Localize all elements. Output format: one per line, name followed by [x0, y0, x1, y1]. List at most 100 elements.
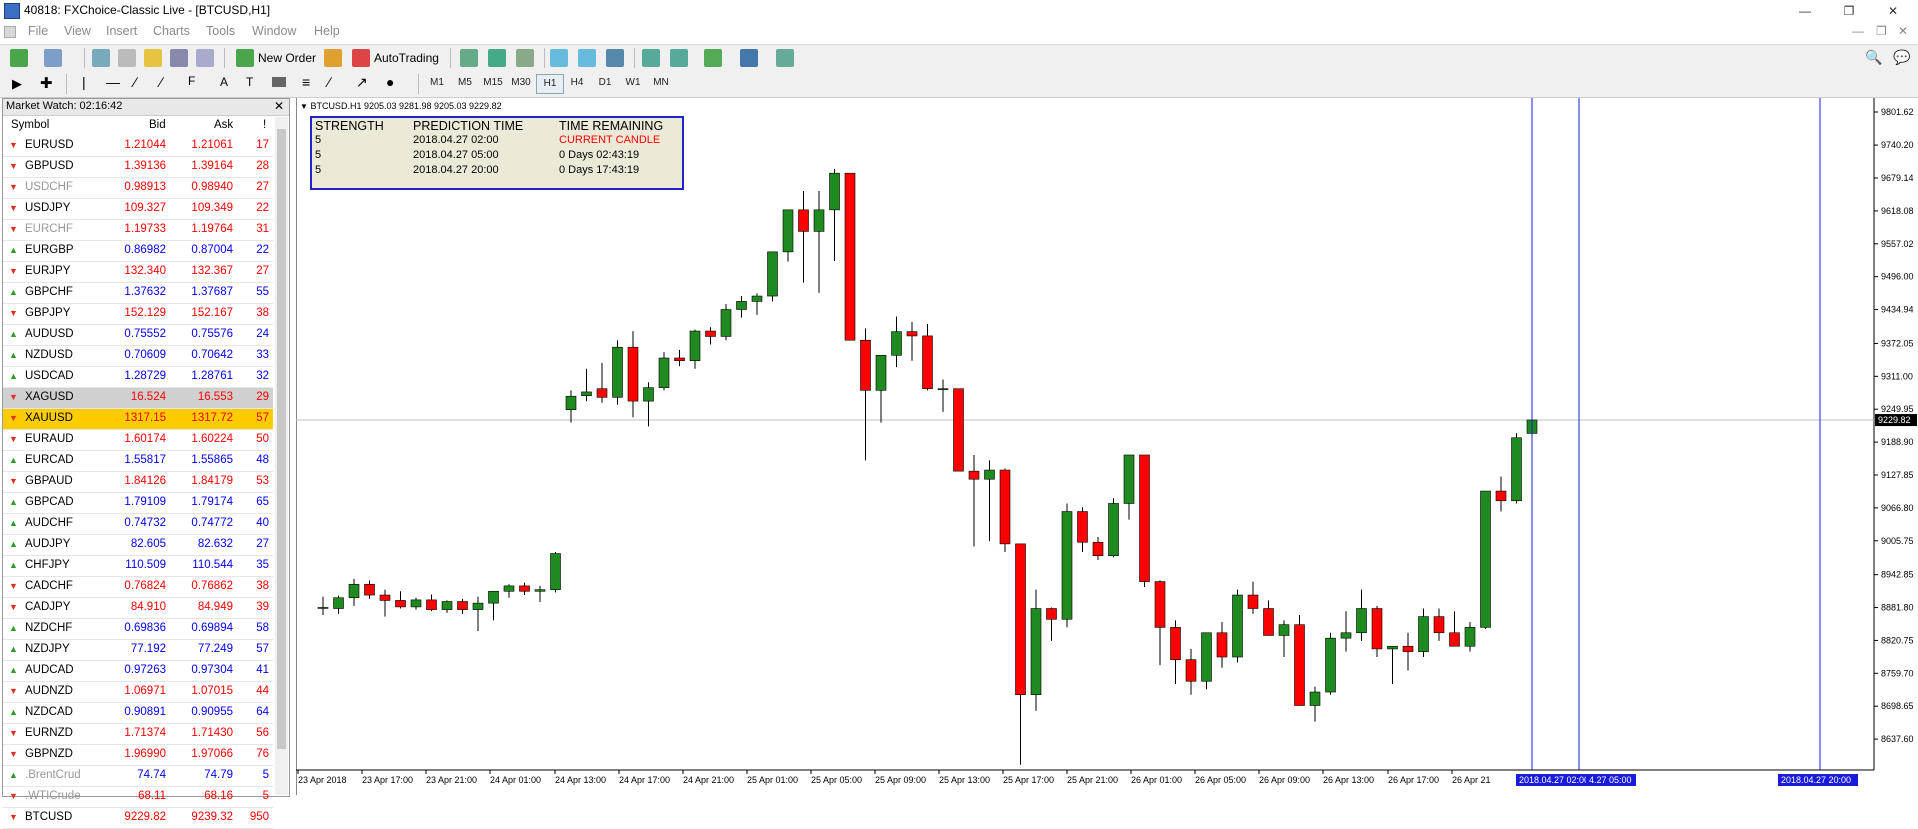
candlestick-chart[interactable]: 9801.62 9740.20 9679.14 9618.08 9557.02 9496.…: [296, 98, 1918, 795]
rectangle-icon[interactable]: [272, 77, 286, 87]
minimize-button[interactable]: —: [1790, 2, 1820, 20]
market-watch-row[interactable]: ▲ EURCAD 1.55817 1.55865 48: [3, 451, 273, 472]
market-watch-row[interactable]: ▼ EURJPY 132.340 132.367 27: [3, 262, 273, 283]
strategy-tester-icon[interactable]: [196, 49, 214, 67]
market-watch-row[interactable]: ▼ GBPNZD 1.96990 1.97066 76: [3, 745, 273, 766]
market-watch-row[interactable]: ▲ GBPCHF 1.37632 1.37687 55: [3, 283, 273, 304]
templates-icon[interactable]: [776, 49, 794, 67]
auto-scroll-icon[interactable]: [642, 49, 660, 67]
chat-icon[interactable]: 💬: [1893, 49, 1910, 66]
trendline-icon[interactable]: ∕: [134, 74, 136, 90]
column-symbol[interactable]: Symbol: [11, 119, 49, 131]
close-button[interactable]: ✕: [1878, 2, 1908, 20]
market-watch-row[interactable]: ▼ XAGUSD 16.524 16.553 29: [3, 388, 273, 409]
menu-view[interactable]: View: [64, 24, 91, 38]
market-watch-row[interactable]: ▼ XAUUSD 1317.15 1317.72 57: [3, 409, 273, 430]
market-watch-row[interactable]: ▲ EURGBP 0.86982 0.87004 22: [3, 241, 273, 262]
market-watch-row[interactable]: ▲ NZDCHF 0.69836 0.69894 58: [3, 619, 273, 640]
search-icon[interactable]: 🔍: [1865, 49, 1882, 66]
menu-help[interactable]: Help: [314, 24, 340, 38]
market-watch-row[interactable]: ▲ AUDUSD 0.75552 0.75576 24: [3, 325, 273, 346]
timeframe-d1[interactable]: D1: [592, 74, 618, 92]
market-watch-row[interactable]: ▲ AUDCAD 0.97263 0.97304 41: [3, 661, 273, 682]
column-ask[interactable]: Ask: [214, 119, 233, 131]
autotrading-button[interactable]: AutoTrading: [374, 51, 439, 65]
zoom-out-icon[interactable]: [578, 49, 596, 67]
data-window-icon[interactable]: [118, 49, 136, 67]
tile-windows-icon[interactable]: [606, 49, 624, 67]
arrows-icon[interactable]: ↗: [356, 74, 368, 91]
timeframe-m15[interactable]: M15: [480, 74, 506, 92]
close-icon[interactable]: ✕: [274, 99, 284, 113]
market-watch-row[interactable]: ▼ CADJPY 84.910 84.949 39: [3, 598, 273, 619]
market-watch-row[interactable]: ▼ EURNZD 1.71374 1.71430 56: [3, 724, 273, 745]
child-restore-button[interactable]: ❐: [1876, 24, 1887, 38]
market-watch-row[interactable]: ▲ .BrentCrud 74.74 74.79 5: [3, 766, 273, 787]
terminal-icon[interactable]: [170, 49, 188, 67]
cursor-icon[interactable]: ▶: [12, 76, 22, 92]
column-spread[interactable]: !: [263, 119, 266, 131]
market-watch-row[interactable]: ▲ NZDJPY 77.192 77.249 57: [3, 640, 273, 661]
candlestick-icon[interactable]: [488, 49, 506, 67]
new-chart-icon[interactable]: [10, 49, 28, 67]
market-watch-row[interactable]: ▼ .WTICrude 68.11 68.16 5: [3, 787, 273, 808]
child-close-button[interactable]: ✕: [1898, 24, 1908, 38]
market-watch-icon[interactable]: [92, 49, 110, 67]
menu-tools[interactable]: Tools: [206, 24, 235, 38]
market-watch-row[interactable]: ▼ EURCHF 1.19733 1.19764 31: [3, 220, 273, 241]
autotrading-icon[interactable]: [352, 49, 370, 67]
market-watch-row[interactable]: ▲ GBPCAD 1.79109 1.79174 65: [3, 493, 273, 514]
market-watch-row[interactable]: ▲ NZDUSD 0.70609 0.70642 33: [3, 346, 273, 367]
chart-shift-icon[interactable]: [670, 49, 688, 67]
chart-menu-icon[interactable]: ▼: [300, 102, 308, 111]
timeframe-mn[interactable]: MN: [648, 74, 674, 92]
new-order-button[interactable]: New Order: [258, 51, 316, 65]
market-watch-row[interactable]: ▼ EURAUD 1.60174 1.60224 50: [3, 430, 273, 451]
new-order-icon[interactable]: [236, 49, 254, 67]
timeframe-m1[interactable]: M1: [424, 74, 450, 92]
menu-window[interactable]: Window: [252, 24, 296, 38]
indicators-icon[interactable]: [704, 49, 722, 67]
vertical-line-icon[interactable]: |: [82, 74, 86, 90]
metaeditor-icon[interactable]: [324, 49, 342, 67]
maximize-button[interactable]: ❐: [1834, 2, 1864, 20]
gann-icon[interactable]: ≡: [302, 74, 310, 90]
menu-file[interactable]: File: [28, 24, 48, 38]
text-label-icon[interactable]: T: [246, 75, 253, 89]
shapes-icon[interactable]: ●: [386, 74, 394, 90]
market-watch-row[interactable]: ▲ USDCAD 1.28729 1.28761 32: [3, 367, 273, 388]
timeframe-m30[interactable]: M30: [508, 74, 534, 92]
menu-charts[interactable]: Charts: [153, 24, 190, 38]
bar-chart-icon[interactable]: [460, 49, 478, 67]
market-watch-row[interactable]: ▲ NZDCAD 0.90891 0.90955 64: [3, 703, 273, 724]
navigator-icon[interactable]: [144, 49, 162, 67]
periods-icon[interactable]: [740, 49, 758, 67]
market-watch-row[interactable]: ▼ GBPUSD 1.39136 1.39164 28: [3, 157, 273, 178]
market-watch-row[interactable]: ▼ USDCHF 0.98913 0.98940 27: [3, 178, 273, 199]
market-watch-row[interactable]: ▲ CHFJPY 110.509 110.544 35: [3, 556, 273, 577]
text-icon[interactable]: A: [220, 75, 228, 89]
column-bid[interactable]: Bid: [149, 119, 166, 131]
fibonacci-icon[interactable]: F: [188, 74, 195, 88]
market-watch-row[interactable]: ▼ BTCUSD 9229.82 9239.32 950: [3, 808, 273, 829]
market-watch-row[interactable]: ▲ AUDCHF 0.74732 0.74772 40: [3, 514, 273, 535]
timeframe-h1[interactable]: H1: [536, 74, 564, 94]
crosshair-icon[interactable]: ✚: [40, 74, 53, 92]
market-watch-row[interactable]: ▼ EURUSD 1.21044 1.21061 17: [3, 136, 273, 157]
market-watch-row[interactable]: ▼ GBPJPY 152.129 152.167 38: [3, 304, 273, 325]
timeframe-w1[interactable]: W1: [620, 74, 646, 92]
profiles-icon[interactable]: [44, 49, 62, 67]
market-watch-scroll-thumb[interactable]: [277, 129, 286, 749]
timeframe-h4[interactable]: H4: [564, 74, 590, 92]
timeframe-m5[interactable]: M5: [452, 74, 478, 92]
market-watch-row[interactable]: ▼ CADCHF 0.76824 0.76862 38: [3, 577, 273, 598]
market-watch-row[interactable]: ▼ AUDNZD 1.06971 1.07015 44: [3, 682, 273, 703]
zoom-in-icon[interactable]: [550, 49, 568, 67]
market-watch-row[interactable]: ▲ AUDJPY 82.605 82.632 27: [3, 535, 273, 556]
market-watch-row[interactable]: ▼ GBPAUD 1.84126 1.84179 53: [3, 472, 273, 493]
horizontal-line-icon[interactable]: —: [106, 74, 120, 90]
child-minimize-button[interactable]: —: [1852, 24, 1864, 38]
channel-icon[interactable]: ∕: [160, 74, 162, 90]
gann-fan-icon[interactable]: ∕: [328, 74, 330, 90]
market-watch-row[interactable]: ▼ USDJPY 109.327 109.349 22: [3, 199, 273, 220]
